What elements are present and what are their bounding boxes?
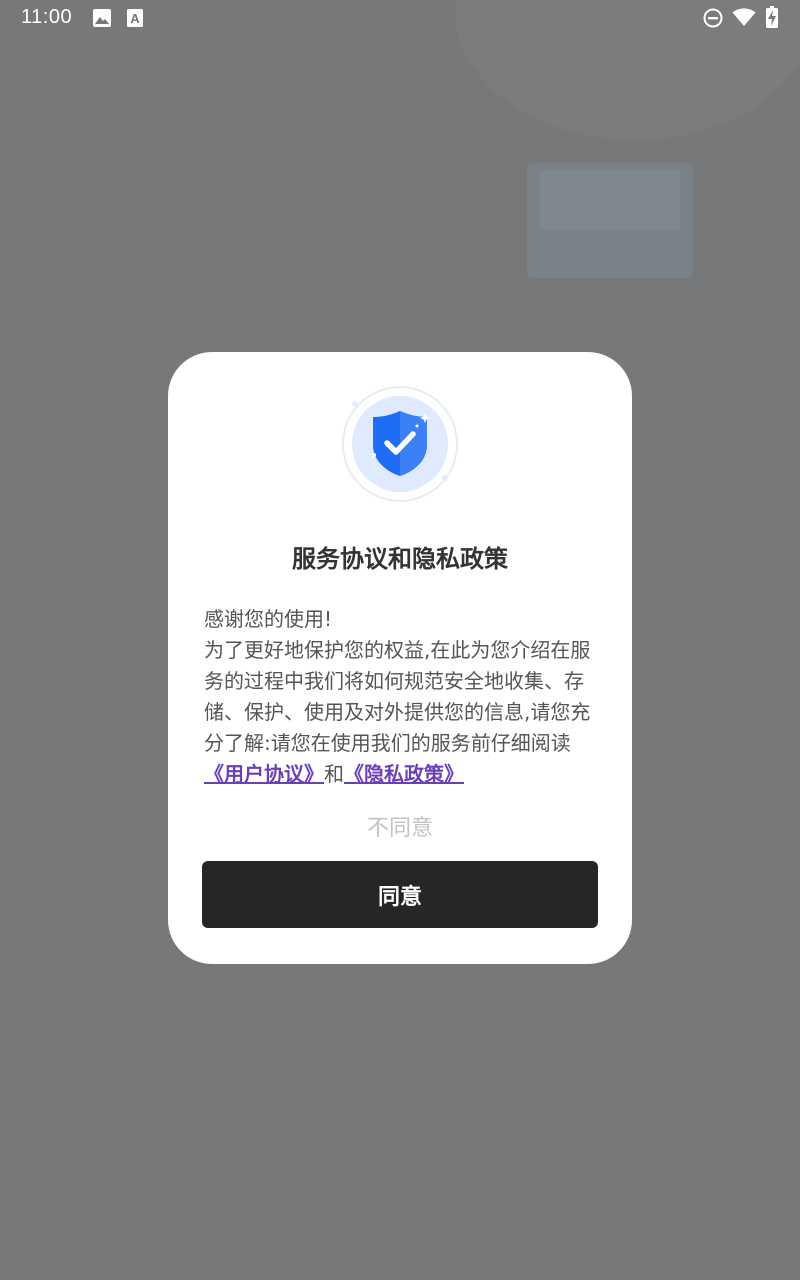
privacy-policy-link[interactable]: 《隐私政策》 — [344, 762, 464, 786]
status-time: 11:00 — [21, 6, 73, 28]
status-bar: 11:00 A — [0, 0, 800, 38]
dialog-body: 感谢您的使用! 为了更好地保护您的权益,在此为您介绍在服务的过程中我们将如何规范… — [204, 604, 602, 790]
svg-text:A: A — [130, 11, 140, 26]
disagree-button[interactable]: 不同意 — [300, 809, 500, 843]
shield-check-icon — [341, 385, 459, 503]
text-a-icon: A — [127, 9, 145, 27]
privacy-dialog: 服务协议和隐私政策 感谢您的使用! 为了更好地保护您的权益,在此为您介绍在服务的… — [168, 352, 632, 964]
body-paragraph: 为了更好地保护您的权益,在此为您介绍在服务的过程中我们将如何规范安全地收集、存储… — [204, 635, 602, 790]
battery-charging-icon — [766, 6, 778, 32]
body-greeting: 感谢您的使用! — [204, 607, 333, 631]
agree-button[interactable]: 同意 — [202, 861, 598, 928]
screen: 11:00 A 服务协议和隐私政策 感谢您的使用! 为了更好地保护您的权益,在此… — [0, 0, 800, 1280]
body-conjunction: 和 — [324, 762, 344, 786]
body-paragraph-text: 为了更好地保护您的权益,在此为您介绍在服务的过程中我们将如何规范安全地收集、存储… — [204, 638, 591, 755]
wifi-icon — [732, 8, 756, 31]
user-agreement-link[interactable]: 《用户协议》 — [204, 762, 324, 786]
background-card-image — [540, 170, 680, 230]
dialog-title: 服务协议和隐私政策 — [292, 545, 508, 573]
do-not-disturb-icon — [703, 8, 723, 32]
image-icon — [93, 9, 111, 27]
